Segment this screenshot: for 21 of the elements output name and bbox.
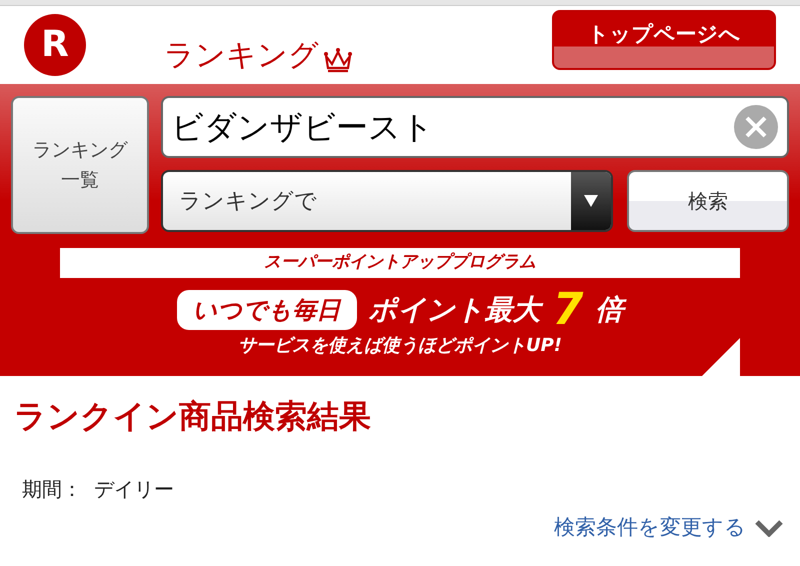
corner-triangle-icon xyxy=(702,338,740,376)
scope-dropdown[interactable]: ランキングで xyxy=(161,170,613,232)
banner-number: 7 xyxy=(552,288,584,332)
results-title: ランクイン商品検索結果 xyxy=(14,396,372,437)
search-field[interactable]: ビダンザビースト xyxy=(161,96,789,158)
logo-icon: R xyxy=(24,14,86,76)
page-title: ランキング xyxy=(164,36,319,74)
banner-heading: スーパーポイントアッププログラム xyxy=(264,251,536,274)
banner-pill: いつでも毎日 xyxy=(176,290,357,330)
promo-banner[interactable]: スーパーポイントアッププログラム いつでも毎日 ポイント最大 7 倍 サービスを使えば使うほどポイントUP! xyxy=(60,248,740,376)
ranking-list-button[interactable]: ランキング一覧 xyxy=(11,96,149,234)
change-conditions-link[interactable]: 検索条件を変更する xyxy=(554,512,746,544)
period-value: デイリー xyxy=(94,476,174,503)
period-label: 期間： xyxy=(22,476,82,503)
banner-subline: サービスを使えば使うほどポイントUP! xyxy=(238,334,562,358)
banner-headline: ポイント最大 xyxy=(368,289,541,331)
crown-icon xyxy=(323,46,353,74)
top-page-button[interactable]: トップページへ xyxy=(552,10,776,70)
chevron-down-icon[interactable] xyxy=(754,518,784,537)
dropdown-arrow-icon xyxy=(584,195,598,207)
search-button[interactable]: 検索 xyxy=(627,170,789,232)
